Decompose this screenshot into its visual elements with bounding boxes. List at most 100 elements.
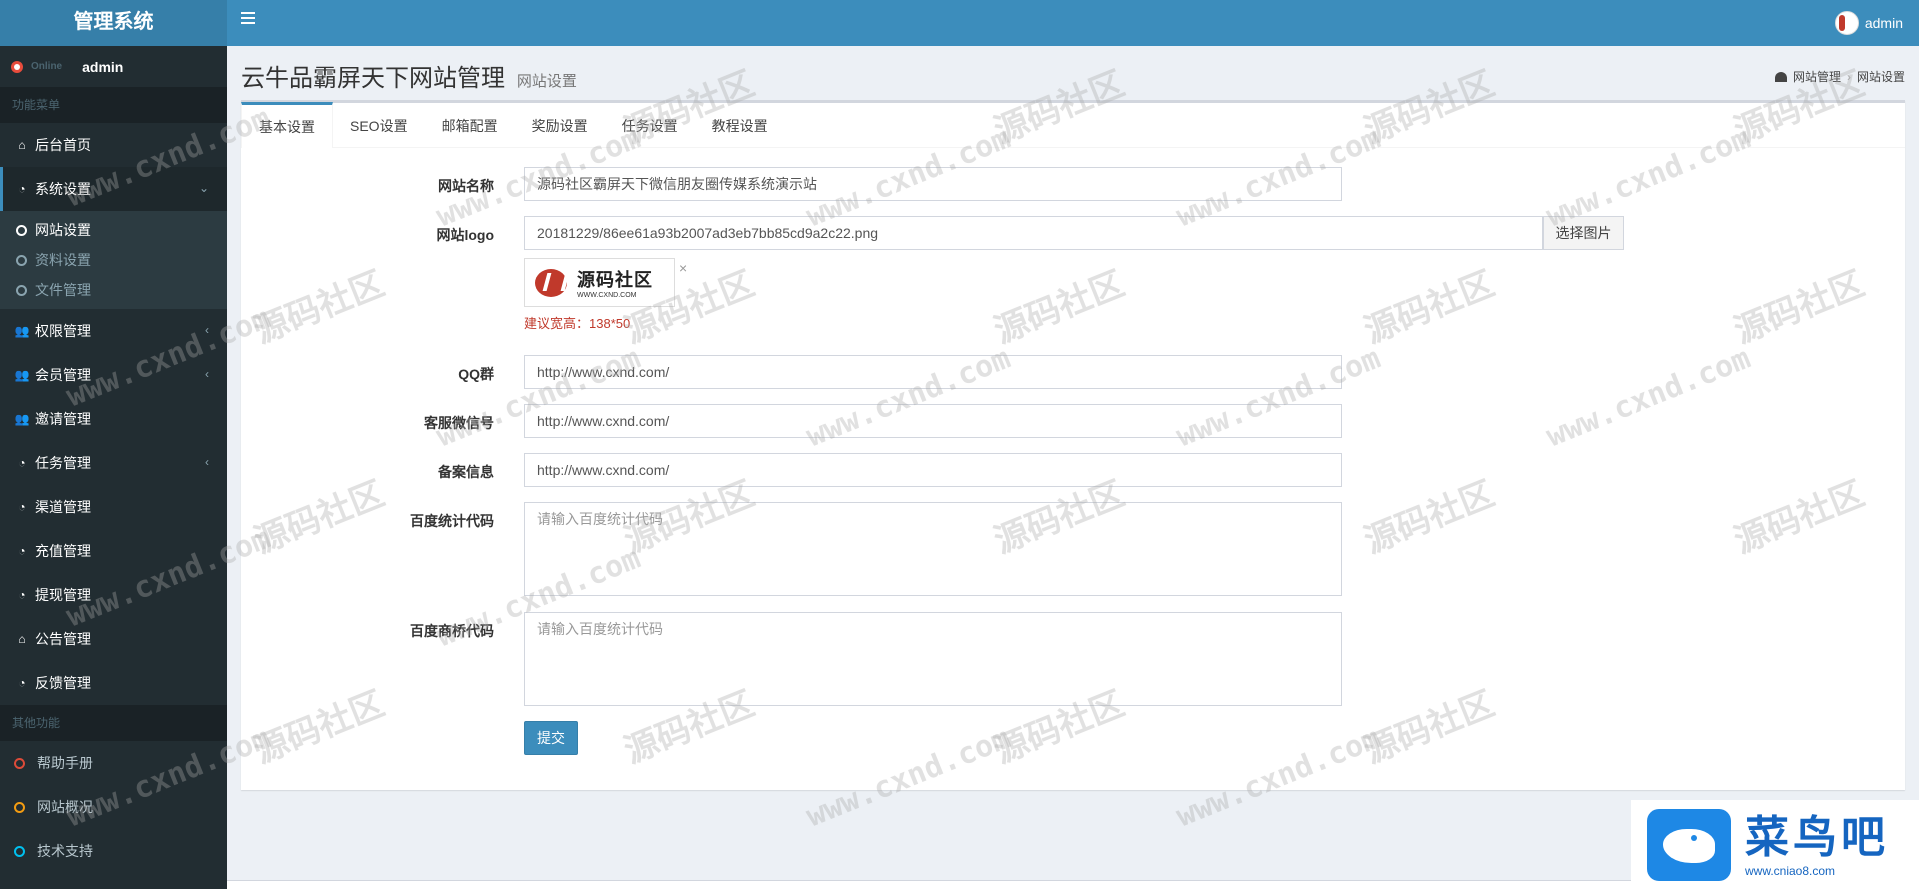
icp-label: 备案信息 xyxy=(438,464,494,480)
baidu-bridge-textarea[interactable]: 请输入百度统计代码 xyxy=(524,612,1342,706)
circle-icon xyxy=(16,224,27,236)
other-item-label: 技术支持 xyxy=(37,843,93,859)
sidebar-item-home[interactable]: ⌂ 后台首页 xyxy=(0,123,227,167)
sidebar-item-channels[interactable]: ◔ 渠道管理 xyxy=(0,485,227,529)
tab-basic[interactable]: 基本设置 xyxy=(241,102,333,148)
header-username: admin xyxy=(1864,15,1903,31)
sidebar-item-tasks[interactable]: ◔ 任务管理 ‹ xyxy=(0,441,227,485)
site-name-label: 网站名称 xyxy=(438,178,494,194)
chevron-down-icon: ⌄ xyxy=(198,181,209,195)
tab-tutorial[interactable]: 教程设置 xyxy=(695,105,785,147)
logo-preview-url: WWW.CXND.COM xyxy=(577,292,637,299)
users-icon: 👥 xyxy=(14,412,30,426)
circle-icon xyxy=(16,284,27,296)
other-item-label: 帮助手册 xyxy=(37,755,93,771)
sidebar-item-feedback[interactable]: ◔ 反馈管理 xyxy=(0,661,227,705)
logo-mark-icon xyxy=(533,265,571,301)
dashboard-icon xyxy=(1774,71,1787,82)
dashboard-icon: ◔ xyxy=(18,500,26,514)
other-item-label: 网站概况 xyxy=(37,799,93,815)
users-icon: 👥 xyxy=(14,368,30,382)
baidu-stat-textarea[interactable]: 请输入百度统计代码 xyxy=(524,502,1342,596)
brand-url: www.cniao8.com xyxy=(1745,863,1836,878)
sidebar-item-label: 提现管理 xyxy=(35,587,91,603)
home-icon: ⌂ xyxy=(18,138,26,152)
dashboard-icon: ◔ xyxy=(18,456,26,470)
sidebar-item-invites[interactable]: 👥 邀请管理 xyxy=(0,397,227,441)
sidebar-item-label: 系统设置 xyxy=(35,181,91,197)
dashboard-icon: ◔ xyxy=(18,588,26,602)
sidebar-item-recharge[interactable]: ◔ 充值管理 xyxy=(0,529,227,573)
sidebar-item-members[interactable]: 👥 会员管理 ‹ xyxy=(0,353,227,397)
tab-tasks[interactable]: 任务设置 xyxy=(605,105,695,147)
submenu-label: 网站设置 xyxy=(35,222,91,238)
circle-icon xyxy=(14,801,25,813)
circle-icon xyxy=(16,254,27,266)
dashboard-icon: ◔ xyxy=(18,544,26,558)
sidebar: Online admin 功能菜单 ⌂ 后台首页 ◔ 系统设置 ⌄ 网站设置 资… xyxy=(0,46,227,889)
logo-preview: 源码社区 WWW.CXND.COM xyxy=(524,258,675,307)
remove-logo-icon[interactable]: × xyxy=(679,260,687,276)
sidebar-item-label: 后台首页 xyxy=(35,137,91,153)
sidebar-item-label: 权限管理 xyxy=(35,323,91,339)
logo-path-input[interactable]: 20181229/86ee61a93b2007ad3eb7bb85cd9a2c2… xyxy=(524,216,1543,250)
qq-input[interactable]: http://www.cxnd.com/ xyxy=(524,355,1342,389)
sidebar-item-help[interactable]: 帮助手册 xyxy=(0,741,227,785)
chevron-left-icon: ‹ xyxy=(205,367,209,381)
breadcrumb-separator: › xyxy=(1846,69,1851,84)
sidebar-username: admin xyxy=(82,58,124,75)
sidebar-item-permissions[interactable]: 👥 权限管理 ‹ xyxy=(0,309,227,353)
user-panel: Online admin xyxy=(0,46,227,87)
site-name-input[interactable]: 源码社区霸屏天下微信朋友圈传媒系统演示站 xyxy=(524,167,1342,201)
users-icon: 👥 xyxy=(14,324,30,338)
sidebar-item-label: 公告管理 xyxy=(35,631,91,647)
sidebar-section-other: 其他功能 xyxy=(0,705,227,741)
submenu-item-site-settings[interactable]: 网站设置 xyxy=(0,215,227,245)
home-icon: ⌂ xyxy=(18,632,26,646)
submit-button[interactable]: 提交 xyxy=(524,721,578,755)
breadcrumb-item: 网站设置 xyxy=(1856,70,1905,84)
sidebar-item-announcements[interactable]: ⌂ 公告管理 xyxy=(0,617,227,661)
select-image-button[interactable]: 选择图片 xyxy=(1543,216,1624,250)
sidebar-item-label: 任务管理 xyxy=(35,455,91,471)
wechat-label: 客服微信号 xyxy=(424,415,494,431)
sidebar-item-system-settings[interactable]: ◔ 系统设置 ⌄ xyxy=(0,167,227,211)
page-subtitle: 网站设置 xyxy=(516,73,577,90)
settings-box: 基本设置 SEO设置 邮箱配置 奖励设置 任务设置 教程设置 网站名称 源码社区… xyxy=(241,100,1905,790)
sidebar-avatar xyxy=(11,60,23,73)
logo-label: 网站logo xyxy=(436,227,494,243)
system-settings-submenu: 网站设置 资料设置 文件管理 xyxy=(0,211,227,309)
brand-name: 菜鸟吧 xyxy=(1745,811,1889,863)
sidebar-toggle-icon[interactable] xyxy=(241,12,255,24)
dashboard-icon: ◔ xyxy=(18,676,26,690)
user-avatar xyxy=(1834,11,1859,35)
sidebar-item-withdraw[interactable]: ◔ 提现管理 xyxy=(0,573,227,617)
user-menu[interactable]: admin xyxy=(1834,10,1903,36)
qq-label: QQ群 xyxy=(458,366,494,382)
sidebar-item-overview[interactable]: 网站概况 xyxy=(0,785,227,829)
sidebar-item-support[interactable]: 技术支持 xyxy=(0,829,227,873)
chevron-left-icon: ‹ xyxy=(205,323,209,337)
content-header: 云牛品霸屏天下网站管理 网站设置 网站管理 › 网站设置 xyxy=(241,58,1905,98)
tab-email[interactable]: 邮箱配置 xyxy=(425,105,515,147)
icp-input[interactable]: http://www.cxnd.com/ xyxy=(524,453,1342,487)
tab-seo[interactable]: SEO设置 xyxy=(333,105,425,147)
tab-bar: 基本设置 SEO设置 邮箱配置 奖励设置 任务设置 教程设置 xyxy=(241,102,1905,148)
dashboard-icon: ◔ xyxy=(18,182,26,196)
submenu-item-profile-settings[interactable]: 资料设置 xyxy=(0,245,227,275)
chevron-left-icon: ‹ xyxy=(205,455,209,469)
sidebar-item-label: 渠道管理 xyxy=(35,499,91,515)
circle-icon xyxy=(14,845,25,857)
bird-logo-icon xyxy=(1647,808,1731,881)
logo-preview-text: 源码社区 xyxy=(577,270,653,291)
submenu-item-file-management[interactable]: 文件管理 xyxy=(0,275,227,305)
app-logo[interactable]: 管理系统 xyxy=(0,0,227,46)
sidebar-item-label: 会员管理 xyxy=(35,367,91,383)
breadcrumb-item[interactable]: 网站管理 xyxy=(1793,68,1841,85)
sidebar-section-main: 功能菜单 xyxy=(0,87,227,123)
page-title: 云牛品霸屏天下网站管理 xyxy=(241,65,505,92)
sidebar-item-label: 邀请管理 xyxy=(35,411,91,427)
wechat-input[interactable]: http://www.cxnd.com/ xyxy=(524,404,1342,438)
baidu-stat-label: 百度统计代码 xyxy=(410,513,494,529)
tab-rewards[interactable]: 奖励设置 xyxy=(515,105,605,147)
